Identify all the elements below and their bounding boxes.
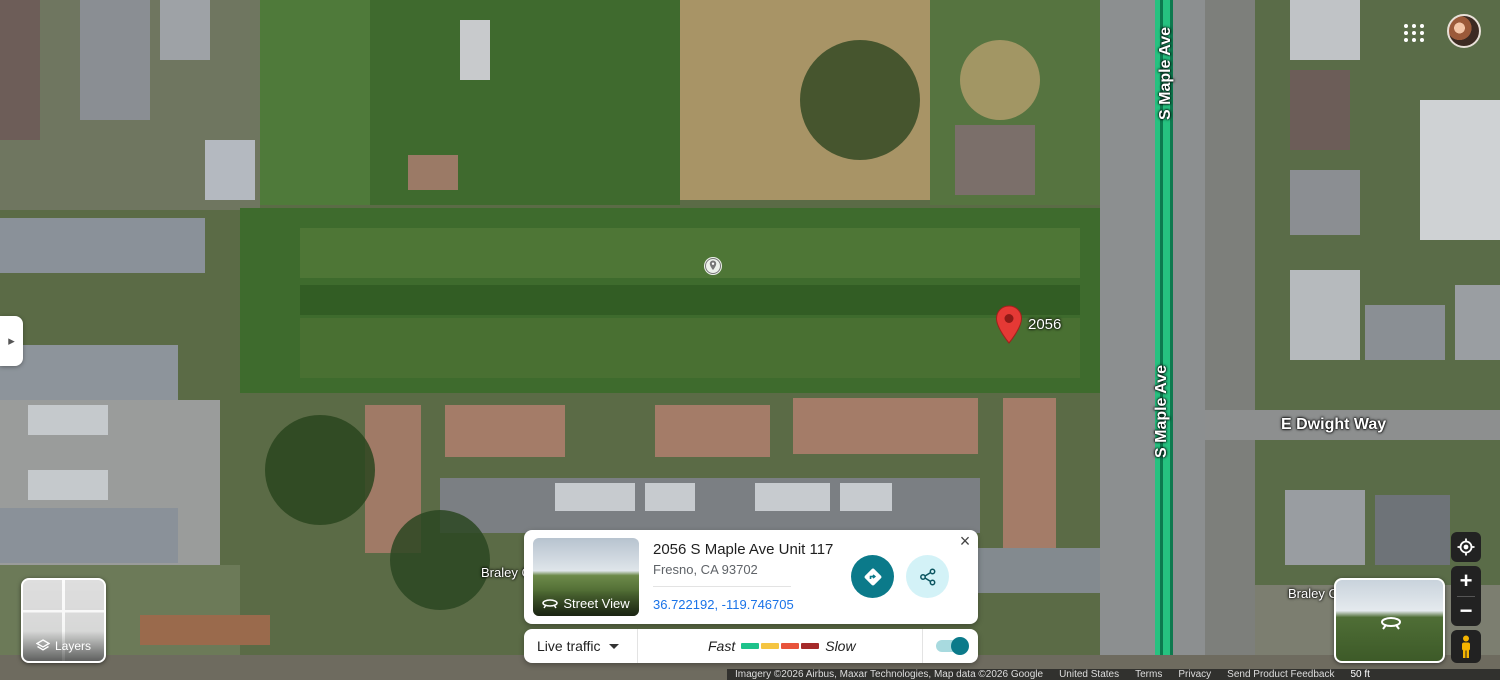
pegman-button[interactable]: [1451, 630, 1481, 663]
directions-button[interactable]: [851, 555, 894, 598]
apps-grid-icon[interactable]: [1398, 18, 1426, 46]
swatch-medium: [761, 643, 780, 649]
zoom-out-button[interactable]: −: [1451, 596, 1481, 626]
layers-label: Layers: [54, 639, 92, 653]
road-label-dwight: E Dwight Way: [1281, 416, 1387, 433]
street-view-icon: [542, 599, 559, 609]
layers-button[interactable]: Layers: [21, 578, 106, 663]
street-view-label: Street View: [563, 595, 630, 611]
layers-icon: [35, 639, 50, 651]
close-icon[interactable]: ×: [956, 532, 974, 550]
road-label-maple-lower: S Maple Ave: [1153, 364, 1170, 458]
my-location-button[interactable]: [1451, 532, 1481, 562]
swatch-fast: [741, 643, 760, 649]
share-button[interactable]: [906, 555, 949, 598]
street-view-preview[interactable]: [1334, 578, 1445, 663]
road-label-maple-upper: S Maple Ave: [1157, 26, 1174, 120]
location-pin-icon[interactable]: [995, 305, 1023, 345]
swatch-very-slow: [801, 643, 820, 649]
zoom-controls: + −: [1451, 566, 1481, 626]
country-link[interactable]: United States: [1051, 669, 1127, 680]
terms-link[interactable]: Terms: [1127, 669, 1170, 680]
privacy-link[interactable]: Privacy: [1170, 669, 1219, 680]
traffic-legend: Fast Slow: [708, 629, 856, 663]
live-traffic-label: Live traffic: [537, 638, 601, 654]
traffic-bar: Live traffic Fast Slow: [524, 629, 978, 663]
feedback-link[interactable]: Send Product Feedback: [1219, 669, 1342, 680]
my-location-icon: [1457, 538, 1475, 556]
traffic-toggle-container: [922, 629, 978, 663]
chevron-right-icon: ▸: [8, 333, 15, 348]
directions-icon: [864, 568, 881, 585]
poi-marker-icon[interactable]: [703, 256, 723, 276]
attribution-footer: Imagery ©2026 Airbus, Maxar Technologies…: [727, 669, 1500, 680]
legend-swatches: [741, 643, 820, 649]
street-view-icon: [1381, 617, 1401, 630]
pegman-icon: [1462, 635, 1470, 658]
place-title: 2056 S Maple Ave Unit 117: [653, 541, 834, 558]
pin-label: 2056: [1028, 316, 1062, 333]
live-traffic-dropdown[interactable]: Live traffic: [524, 629, 638, 663]
place-card: Street View 2056 S Maple Ave Unit 117 Fr…: [524, 530, 978, 624]
share-icon: [919, 568, 935, 585]
scale-bar[interactable]: 50 ft: [1342, 669, 1394, 680]
legend-slow-label: Slow: [825, 638, 856, 654]
traffic-toggle[interactable]: [935, 637, 969, 655]
imagery-attribution: Imagery ©2026 Airbus, Maxar Technologies…: [735, 669, 1044, 680]
swatch-slow: [781, 643, 800, 649]
street-view-thumbnail[interactable]: Street View: [533, 538, 639, 616]
place-label-braley-right: Braley C: [1288, 586, 1338, 601]
divider: [653, 586, 791, 587]
expand-side-panel-button[interactable]: ▸: [0, 316, 23, 366]
legend-fast-label: Fast: [708, 638, 736, 654]
account-avatar[interactable]: [1447, 14, 1481, 48]
caret-down-icon: [608, 643, 619, 649]
place-subtitle: Fresno, CA 93702: [653, 562, 758, 577]
zoom-in-button[interactable]: +: [1451, 566, 1481, 596]
toggle-knob: [950, 637, 969, 655]
place-coordinates[interactable]: 36.722192, -119.746705: [653, 597, 794, 612]
